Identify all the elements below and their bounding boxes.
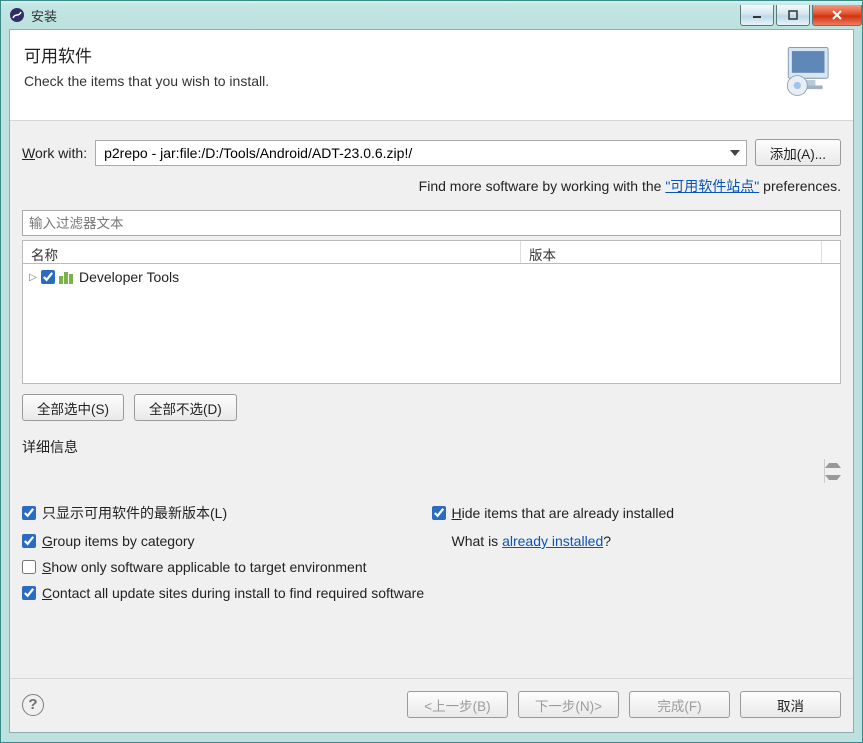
work-with-label-text: ork with: — [35, 145, 87, 161]
opt-applicable-label: Show only software applicable to target … — [42, 559, 367, 575]
selection-buttons: 全部选中(S) 全部不选(D) — [22, 394, 841, 421]
hint-post: preferences. — [759, 178, 841, 194]
column-version[interactable]: 版本 — [521, 241, 822, 263]
opt-show-latest-label: 只显示可用软件的最新版本(L) — [42, 503, 227, 523]
opt-contact-sites[interactable]: Contact all update sites during install … — [22, 585, 841, 601]
opt-group-category[interactable]: Group items by category — [22, 533, 432, 549]
software-sites-hint: Find more software by working with the "… — [22, 176, 841, 196]
header-text: 可用软件 Check the items that you wish to in… — [24, 42, 773, 100]
opt-contact-sites-checkbox[interactable] — [22, 586, 36, 600]
hint-pre: Find more software by working with the — [419, 178, 666, 194]
tree-header: 名称 版本 — [22, 240, 841, 264]
window-controls — [740, 5, 862, 26]
close-icon — [831, 9, 843, 21]
already-installed-link[interactable]: already installed — [502, 533, 603, 549]
work-with-label: Work with: — [22, 145, 87, 161]
tree-body[interactable]: ▷ Developer Tools — [22, 264, 841, 384]
feature-icon — [59, 270, 75, 284]
filter-input[interactable] — [22, 210, 841, 236]
work-with-row: Work with: 添加(A)... — [22, 139, 841, 166]
titlebar: 安装 — [1, 1, 862, 29]
deselect-all-button[interactable]: 全部不选(D) — [134, 394, 237, 421]
header-area: 可用软件 Check the items that you wish to in… — [10, 30, 853, 121]
window-title: 安装 — [31, 6, 740, 25]
minimize-icon — [752, 10, 762, 20]
select-all-button[interactable]: 全部选中(S) — [22, 394, 124, 421]
maximize-icon — [788, 10, 798, 20]
what-is-installed: What is already installed? — [432, 533, 842, 549]
chevron-down-icon — [730, 150, 740, 156]
help-icon[interactable]: ? — [22, 694, 44, 716]
cancel-button[interactable]: 取消 — [740, 691, 841, 718]
opt-hide-installed[interactable]: Hide items that are already installed — [432, 503, 842, 523]
minimize-button[interactable] — [740, 5, 774, 26]
opt-hide-installed-checkbox[interactable] — [432, 506, 446, 520]
back-button[interactable]: <上一步(B) — [407, 691, 508, 718]
tree-item-label: Developer Tools — [79, 269, 179, 285]
next-button[interactable]: 下一步(N)> — [518, 691, 619, 718]
app-icon — [9, 7, 25, 23]
details-box — [22, 459, 841, 483]
body-area: Work with: 添加(A)... Find more software b… — [10, 121, 853, 678]
opt-applicable[interactable]: Show only software applicable to target … — [22, 559, 841, 575]
options-grid: 只显示可用软件的最新版本(L) Hide items that are alre… — [22, 503, 841, 601]
details-label: 详细信息 — [22, 437, 841, 457]
close-button[interactable] — [812, 5, 862, 26]
spinner-up-icon[interactable] — [825, 459, 841, 471]
page-subtitle: Check the items that you wish to install… — [24, 73, 773, 89]
finish-button[interactable]: 完成(F) — [629, 691, 730, 718]
tree-row[interactable]: ▷ Developer Tools — [27, 266, 836, 288]
work-with-input[interactable] — [102, 144, 726, 162]
whatis-post: ? — [603, 533, 611, 549]
add-site-button[interactable]: 添加(A)... — [755, 139, 841, 166]
window-frame: 安装 可用软件 Check the items that you wish to… — [0, 0, 863, 743]
column-spacer — [822, 241, 840, 263]
maximize-button[interactable] — [776, 5, 810, 26]
opt-show-latest-checkbox[interactable] — [22, 506, 36, 520]
expand-icon[interactable]: ▷ — [27, 272, 39, 283]
page-title: 可用软件 — [24, 42, 773, 67]
spinner-down-icon[interactable] — [825, 471, 841, 483]
work-with-combo[interactable] — [95, 140, 747, 166]
opt-group-category-label: Group items by category — [42, 533, 195, 549]
opt-applicable-checkbox[interactable] — [22, 560, 36, 574]
tree-item-checkbox[interactable] — [41, 270, 55, 284]
details-spinner[interactable] — [824, 459, 841, 483]
work-with-mnemonic: W — [22, 145, 35, 161]
whatis-pre: What is — [452, 533, 499, 549]
dialog-inner: 可用软件 Check the items that you wish to in… — [9, 29, 854, 733]
opt-contact-sites-label: Contact all update sites during install … — [42, 585, 424, 601]
opt-group-category-checkbox[interactable] — [22, 534, 36, 548]
footer: ? <上一步(B) 下一步(N)> 完成(F) 取消 — [10, 678, 853, 732]
column-name[interactable]: 名称 — [23, 241, 521, 263]
install-wizard-icon — [781, 42, 839, 100]
available-software-sites-link[interactable]: "可用软件站点" — [665, 178, 759, 194]
opt-show-latest[interactable]: 只显示可用软件的最新版本(L) — [22, 503, 432, 523]
opt-hide-installed-label: Hide items that are already installed — [452, 505, 675, 521]
